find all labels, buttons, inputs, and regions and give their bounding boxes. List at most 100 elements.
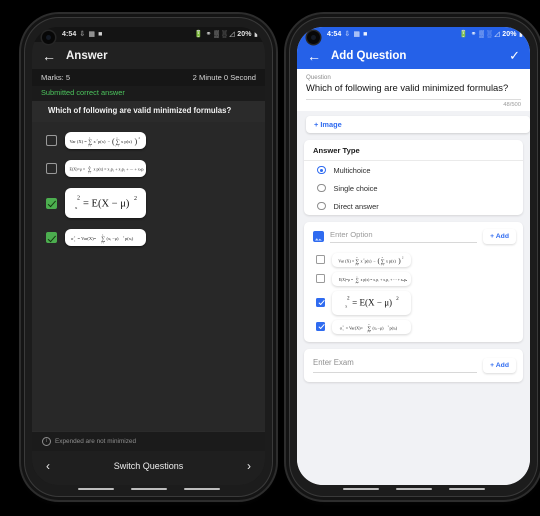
option-checkbox[interactable] (46, 232, 57, 243)
answer-type-label: Multichoice (333, 165, 371, 175)
image-icon: ▦ (88, 31, 96, 38)
answer-options-list: Var (X) = n ∑ i=1 x 2 p(x) − ( n ∑ i=1 x… (32, 122, 265, 431)
screen-add-question: 4:54 ⇩ ▦ ■ 🔋 ⚭ ▒ ░ ◿ 20% ▮ ← Add Questio… (297, 27, 530, 485)
timer-label: 2 Minute 0 Second (192, 73, 256, 82)
appbar-answer: ← Answer (32, 42, 265, 69)
radio-icon[interactable] (317, 183, 326, 193)
svg-text:2: 2 (134, 196, 137, 202)
download-icon: ⇩ (344, 31, 351, 38)
exam-input[interactable]: Enter Exam (313, 358, 478, 374)
confirm-button[interactable]: ✓ (509, 49, 520, 62)
svg-text:Var (X) =: Var (X) = (338, 258, 355, 263)
page-title: Answer (66, 49, 108, 62)
option-checkbox[interactable] (46, 197, 57, 209)
square-icon: ■ (98, 31, 103, 38)
formula-image-3: 2 x = E(X − μ) 2 (65, 188, 146, 218)
radio-icon[interactable] (317, 165, 326, 175)
svg-text:x: x (342, 329, 344, 331)
svg-text:2: 2 (74, 236, 76, 239)
add-exam-button[interactable]: + Add (483, 358, 516, 374)
gesture-nav-bar[interactable] (25, 484, 272, 494)
option-checkbox[interactable] (316, 255, 325, 265)
back-button[interactable]: ← (307, 49, 325, 63)
sim1-signal-icon: ▒ (214, 31, 220, 38)
answer-option-row[interactable]: Var (X) = n ∑ i=1 x 2 p(x) − ( n ∑ i=1 x… (32, 129, 265, 152)
option-input[interactable]: Enter Option (330, 230, 478, 244)
phone-left-answer-screen: 4:54 ⇩ ▦ ■ 🔋 ⚭ ▒ ░ ◿ 20% ▮ ← Answer Mark… (25, 18, 272, 496)
option-checkbox[interactable] (316, 298, 325, 308)
add-image-button[interactable]: + Image (306, 116, 530, 134)
option-row[interactable]: Var (X) = n ∑ i=1 x 2 p(x) − ( n ∑ i=1 x… (304, 250, 523, 269)
answer-type-option-direct-answer[interactable]: Direct answer (304, 197, 523, 215)
option-checkbox[interactable] (316, 322, 325, 332)
character-counter: 48/500 (503, 102, 521, 109)
option-checkbox[interactable] (46, 163, 57, 174)
battery-percent: 20% (502, 31, 517, 38)
option-checkbox[interactable] (316, 274, 325, 284)
sim2-signal-icon: ░ (221, 31, 227, 38)
battery-saver-icon: 🔋 (194, 31, 204, 38)
image-icon: ▦ (353, 31, 361, 38)
status-bar-left: 4:54 ⇩ ▦ ■ 🔋 ⚭ ▒ ░ ◿ 20% ▮ (32, 27, 265, 42)
svg-text:E(X)=μ =: E(X)=μ = (338, 277, 352, 281)
footer-note: i Expended are not minimized (32, 431, 265, 451)
svg-text:2: 2 (402, 256, 404, 259)
svg-text:x p(x) = x₁p₁ + x₂p₂ + ⋯ + xₙp: x p(x) = x₁p₁ + x₂p₂ + ⋯ + xₙpₙ (93, 167, 144, 172)
status-bar-right: 4:54 ⇩ ▦ ■ 🔋 ⚭ ▒ ░ ◿ 20% ▮ (297, 27, 530, 42)
svg-text:x p(x): x p(x) (385, 258, 396, 263)
add-option-button[interactable]: + Add (483, 229, 516, 245)
radio-icon[interactable] (317, 201, 326, 211)
download-icon: ⇩ (79, 31, 86, 38)
formula-image-3: 2 x = E(X − μ) 2 (332, 290, 411, 315)
gesture-nav-bar[interactable] (290, 484, 537, 494)
option-row[interactable]: σ 2 x = Var(X)= n ∑ i=1 (xᵢ −μ) 2 p(xᵢ) (304, 317, 523, 336)
formula-image-4: σ 2 x = Var(X)= n ∑ i=1 (xᵢ −μ) 2 p(xᵢ) (65, 229, 146, 246)
answer-type-title: Answer Type (304, 140, 523, 162)
switch-questions-bar: ‹ Switch Questions › (32, 451, 265, 485)
svg-text:x p(x) = x₁p₁ + x₂p₂ + ⋯ + xₙp: x p(x) = x₁p₁ + x₂p₂ + ⋯ + xₙpₙ (360, 277, 407, 281)
image-picker-icon[interactable] (313, 231, 324, 243)
prev-question-button[interactable]: ‹ (46, 460, 50, 472)
svg-text:∑: ∑ (367, 325, 371, 331)
answer-type-label: Single choice (333, 183, 378, 193)
option-row[interactable]: 2 x = E(X − μ) 2 (304, 288, 523, 317)
formula-image-1: Var (X) = n ∑ i=1 x 2 p(x) − ( n ∑ i=1 x… (332, 252, 411, 267)
info-icon: i (42, 437, 51, 446)
battery-percent: 20% (237, 31, 252, 38)
back-button[interactable]: ← (42, 49, 60, 63)
svg-text:): ) (134, 137, 137, 146)
option-checkbox[interactable] (46, 135, 57, 146)
exam-card: Enter Exam + Add (304, 349, 523, 383)
svg-text:= Var(X)=: = Var(X)= (345, 325, 363, 330)
svg-text:2: 2 (346, 296, 349, 302)
battery-icon: ▮ (254, 31, 258, 38)
wifi-calling-icon: ⚭ (470, 31, 477, 38)
svg-text:∑: ∑ (380, 258, 384, 264)
svg-text:−: − (373, 258, 376, 263)
screen-answer: 4:54 ⇩ ▦ ■ 🔋 ⚭ ▒ ░ ◿ 20% ▮ ← Answer Mark… (32, 27, 265, 485)
question-field-label: Question (306, 74, 331, 81)
svg-text:(: ( (112, 137, 115, 146)
answer-type-option-multichoice[interactable]: Multichoice (304, 161, 523, 179)
answer-type-card: Answer Type Multichoice Single choice Di… (304, 140, 523, 216)
answer-option-row[interactable]: 2 x = E(X − μ) 2 (32, 185, 265, 221)
switch-questions-label[interactable]: Switch Questions (114, 461, 184, 471)
svg-text:∑: ∑ (355, 258, 359, 264)
svg-text:p(x): p(x) (364, 258, 372, 263)
screenshot-stage: 4:54 ⇩ ▦ ■ 🔋 ⚭ ▒ ░ ◿ 20% ▮ ← Answer Mark… (0, 0, 540, 516)
option-row[interactable]: E(X)=μ = n ∑ i=1 x p(x) = x₁p₁ + x₂p₂ + … (304, 269, 523, 288)
answer-type-option-single-choice[interactable]: Single choice (304, 179, 523, 197)
formula-image-1: Var (X) = n ∑ i=1 x 2 p(x) − ( n ∑ i=1 x… (65, 132, 146, 149)
square-icon: ■ (363, 31, 368, 38)
sim2-signal-icon: ░ (486, 31, 492, 38)
answer-option-row[interactable]: σ 2 x = Var(X)= n ∑ i=1 (xᵢ −μ) 2 p(xᵢ) (32, 226, 265, 249)
question-input[interactable]: Which of following are valid minimized f… (306, 82, 521, 94)
svg-text:x: x (74, 240, 76, 243)
next-question-button[interactable]: › (247, 460, 251, 472)
signal-icon: ◿ (494, 31, 500, 38)
formula-image-2: E(X)=μ = n ∑ i=1 x p(x) = x₁p₁ + x₂p₂ + … (332, 271, 411, 286)
answer-body: Marks: 5 2 Minute 0 Second Submitted cor… (32, 69, 265, 485)
svg-text:= E(X − μ): = E(X − μ) (83, 199, 130, 210)
signal-icon: ◿ (229, 31, 235, 38)
answer-option-row[interactable]: E(X)=μ = n ∑ i=1 x p(x) = x₁p₁ + x₂p₂ + … (32, 157, 265, 180)
